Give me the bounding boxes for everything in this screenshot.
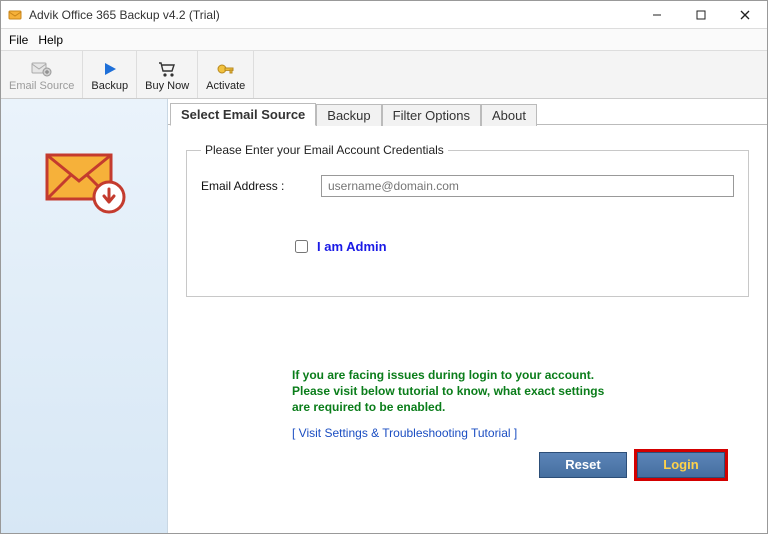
email-label: Email Address : bbox=[201, 179, 321, 193]
button-row: Reset Login bbox=[182, 452, 725, 478]
help-text: If you are facing issues during login to… bbox=[292, 367, 753, 416]
close-button[interactable] bbox=[723, 1, 767, 29]
toolbar: Email Source Backup Buy Now bbox=[1, 51, 767, 99]
admin-checkbox[interactable] bbox=[295, 240, 308, 253]
tab-strip: Select Email Source Backup Filter Option… bbox=[168, 101, 767, 125]
app-title: Advik Office 365 Backup v4.2 (Trial) bbox=[29, 8, 635, 22]
titlebar: Advik Office 365 Backup v4.2 (Trial) bbox=[1, 1, 767, 29]
login-button[interactable]: Login bbox=[637, 452, 725, 478]
app-icon bbox=[7, 7, 23, 23]
body: Select Email Source Backup Filter Option… bbox=[1, 99, 767, 533]
email-row: Email Address : bbox=[201, 175, 734, 197]
envelope-download-icon bbox=[39, 139, 129, 222]
toolbar-backup[interactable]: Backup bbox=[83, 51, 137, 98]
content-area: Select Email Source Backup Filter Option… bbox=[168, 99, 767, 533]
tab-about[interactable]: About bbox=[481, 104, 537, 126]
admin-label: I am Admin bbox=[317, 239, 387, 254]
toolbar-buynow-label: Buy Now bbox=[145, 80, 189, 92]
help-line2: Please visit below tutorial to know, wha… bbox=[292, 383, 753, 399]
tab-filter-options[interactable]: Filter Options bbox=[382, 104, 481, 126]
maximize-button[interactable] bbox=[679, 1, 723, 29]
menu-help[interactable]: Help bbox=[38, 33, 63, 47]
tab-backup[interactable]: Backup bbox=[316, 104, 381, 126]
credentials-legend: Please Enter your Email Account Credenti… bbox=[201, 143, 448, 157]
toolbar-buy-now[interactable]: Buy Now bbox=[137, 51, 198, 98]
help-line1: If you are facing issues during login to… bbox=[292, 367, 753, 383]
menu-file[interactable]: File bbox=[9, 33, 28, 47]
credentials-group: Please Enter your Email Account Credenti… bbox=[186, 143, 749, 297]
cart-icon bbox=[157, 58, 177, 80]
select-email-source-panel: Please Enter your Email Account Credenti… bbox=[168, 125, 767, 488]
tutorial-link[interactable]: [ Visit Settings & Troubleshooting Tutor… bbox=[292, 426, 753, 440]
email-source-icon bbox=[31, 58, 53, 80]
menubar: File Help bbox=[1, 29, 767, 51]
toolbar-activate-label: Activate bbox=[206, 80, 245, 92]
key-icon bbox=[216, 58, 236, 80]
toolbar-activate[interactable]: Activate bbox=[198, 51, 254, 98]
app-window: Advik Office 365 Backup v4.2 (Trial) Fil… bbox=[0, 0, 768, 534]
admin-row: I am Admin bbox=[291, 237, 734, 256]
email-input[interactable] bbox=[321, 175, 734, 197]
tab-select-email-source[interactable]: Select Email Source bbox=[170, 103, 316, 126]
reset-button[interactable]: Reset bbox=[539, 452, 627, 478]
help-line3: are required to be enabled. bbox=[292, 399, 753, 415]
toolbar-backup-label: Backup bbox=[91, 80, 128, 92]
sidebar bbox=[1, 99, 168, 533]
minimize-button[interactable] bbox=[635, 1, 679, 29]
play-icon bbox=[102, 58, 118, 80]
toolbar-email-source-label: Email Source bbox=[9, 80, 74, 92]
toolbar-email-source[interactable]: Email Source bbox=[1, 51, 83, 98]
